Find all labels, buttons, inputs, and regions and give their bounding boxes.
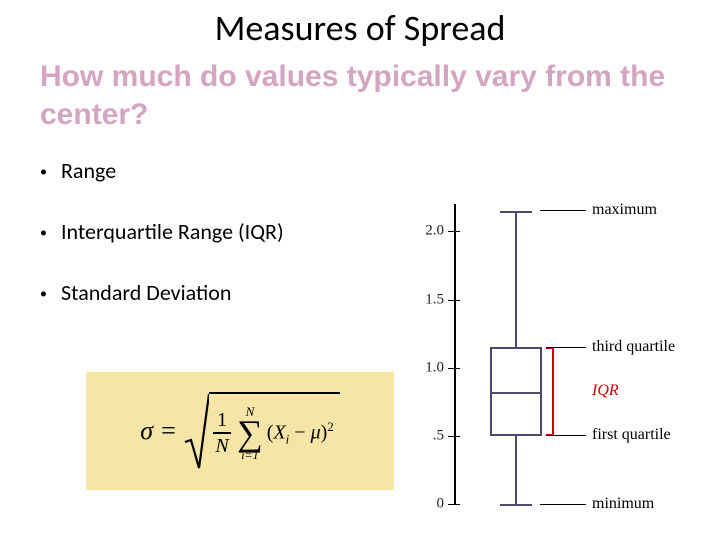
sqrt-icon: 1 N N ∑ i=1 (Xi − μ)2 bbox=[183, 392, 340, 470]
formula-box: σ = 1 N N ∑ i=1 (Xi − μ)2 bbox=[86, 372, 394, 490]
bullet-dot-icon: • bbox=[40, 163, 47, 180]
summation-icon: N ∑ i=1 bbox=[237, 405, 263, 461]
bullet-dot-icon: • bbox=[40, 285, 47, 302]
tick-label: 0 bbox=[406, 496, 444, 513]
annot-q1: first quartile bbox=[592, 426, 671, 444]
tick-label: 1.5 bbox=[406, 291, 444, 308]
bullet-text: Interquartile Range (IQR) bbox=[61, 218, 284, 245]
annot-iqr: IQR bbox=[592, 382, 619, 400]
formula-lhs: σ = bbox=[140, 416, 177, 446]
slide-title: Measures of Spread bbox=[0, 0, 720, 50]
bullet-text: Range bbox=[61, 157, 116, 184]
list-item: • Range bbox=[40, 157, 680, 184]
boxplot-diagram: 0 .5 1.0 1.5 2.0 maximum third quartile … bbox=[396, 194, 706, 524]
annot-maximum: maximum bbox=[592, 201, 657, 219]
fraction: 1 N bbox=[213, 410, 231, 456]
std-dev-formula: σ = 1 N N ∑ i=1 (Xi − μ)2 bbox=[140, 392, 340, 470]
tick-label: 1.0 bbox=[406, 359, 444, 376]
bullet-dot-icon: • bbox=[40, 224, 47, 241]
annot-minimum: minimum bbox=[592, 495, 654, 513]
boxplot-axis: 0 .5 1.0 1.5 2.0 bbox=[406, 194, 566, 514]
bullet-text: Standard Deviation bbox=[61, 279, 231, 306]
annot-q3: third quartile bbox=[592, 338, 675, 356]
formula-body: (Xi − μ)2 bbox=[267, 419, 334, 448]
boxplot-body bbox=[476, 204, 556, 504]
tick-label: 2.0 bbox=[406, 223, 444, 240]
slide-subtitle: How much do values typically vary from t… bbox=[0, 50, 720, 133]
tick-label: .5 bbox=[406, 427, 444, 444]
